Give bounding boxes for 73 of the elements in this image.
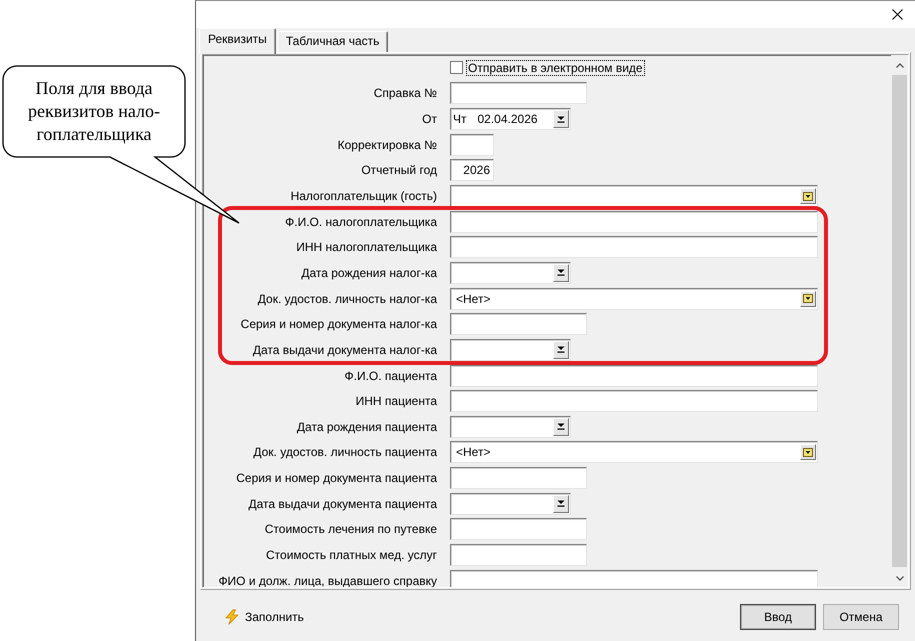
- input-field[interactable]: [450, 467, 587, 490]
- lookup-field[interactable]: [450, 185, 818, 208]
- input-field[interactable]: [450, 390, 818, 412]
- dropdown-icon: [803, 192, 813, 201]
- input-field[interactable]: [450, 82, 587, 104]
- close-icon[interactable]: [892, 9, 903, 20]
- field-label: Ф.И.О. налогоплательщика: [285, 214, 437, 229]
- input-field[interactable]: [450, 313, 587, 336]
- date-text: 02.04.2026: [478, 112, 538, 126]
- lookup-button[interactable]: [800, 188, 816, 204]
- caret-icon: [557, 346, 565, 354]
- date-field[interactable]: Чт 02.04.2026: [450, 108, 571, 130]
- date-field[interactable]: [450, 492, 571, 515]
- input-field[interactable]: [450, 518, 587, 540]
- checkbox-label[interactable]: Отправить в электронном виде: [467, 60, 644, 75]
- tab[interactable]: Реквизиты: [199, 28, 276, 54]
- field-label: От: [422, 112, 437, 126]
- dropdown-icon: [803, 448, 813, 457]
- checkbox[interactable]: [450, 61, 463, 74]
- field-label: Стоимость лечения по путевке: [264, 522, 437, 536]
- field-label: Серия и номер документа пациента: [236, 471, 437, 486]
- input-field[interactable]: [450, 364, 818, 386]
- dropdown-button[interactable]: [553, 264, 569, 282]
- tab[interactable]: Табличная часть: [276, 31, 388, 52]
- field-label: Док. удостов. личность пациента: [253, 445, 437, 460]
- dropdown-button[interactable]: [553, 340, 569, 359]
- dropdown-button[interactable]: [553, 418, 569, 436]
- cancel-button[interactable]: Отмена: [823, 604, 899, 630]
- lightning-icon: [224, 609, 240, 625]
- date-field[interactable]: [450, 262, 571, 284]
- dropdown-button[interactable]: [553, 110, 569, 128]
- chevron-up-icon[interactable]: [896, 63, 904, 68]
- field-value: <Нет>: [456, 292, 490, 306]
- input-field[interactable]: 2026: [450, 159, 494, 182]
- field-label: Ф.И.О. пациента: [344, 368, 437, 382]
- field-label: Дата выдачи документа пациента: [248, 496, 437, 511]
- field-label: Стоимость платных мед. услуг: [266, 548, 437, 562]
- input-field[interactable]: [450, 134, 494, 156]
- input-field[interactable]: [450, 210, 818, 233]
- chevron-down-icon[interactable]: [896, 576, 904, 581]
- fill-button[interactable]: Заполнить: [222, 607, 306, 627]
- input-field[interactable]: [450, 544, 587, 566]
- field-label: Дата рождения налог-ка: [301, 266, 437, 280]
- caret-icon: [557, 269, 565, 276]
- field-label: Налогоплательщик (гость): [290, 189, 437, 204]
- field-label: Отчетный год: [361, 163, 437, 178]
- dropdown-button[interactable]: [553, 494, 569, 513]
- field-label: Дата выдачи документа налог-ка: [252, 342, 437, 357]
- field-label: Справка №: [374, 86, 437, 100]
- caret-icon: [557, 423, 565, 430]
- scrollbar-thumb[interactable]: [892, 75, 907, 567]
- field-label: Корректировка №: [338, 138, 437, 152]
- field-value: <Нет>: [456, 445, 490, 460]
- input-field[interactable]: [450, 570, 818, 587]
- input-field[interactable]: [450, 236, 818, 258]
- field-label: Дата рождения пациента: [296, 420, 437, 434]
- lookup-button[interactable]: [800, 444, 816, 460]
- lookup-field[interactable]: <Нет>: [450, 288, 818, 310]
- lookup-button[interactable]: [800, 290, 816, 307]
- weekday-text: Чт: [453, 112, 466, 126]
- field-label: Док. удостов. личность налог-ка: [258, 292, 437, 306]
- field-label: Серия и номер документа налог-ка: [240, 317, 437, 332]
- field-label: ИНН пациента: [356, 394, 437, 408]
- field-label: ИНН налогоплательщика: [296, 240, 437, 254]
- enter-button[interactable]: Ввод: [740, 604, 816, 630]
- dropdown-icon: [803, 294, 813, 304]
- date-field[interactable]: [450, 338, 571, 361]
- caret-icon: [557, 116, 565, 123]
- lookup-field[interactable]: <Нет>: [450, 441, 818, 464]
- caret-icon: [557, 500, 565, 508]
- callout-text: Поля для ввода реквизитов нало- гоплательщика: [28, 77, 160, 146]
- field-label: ФИО и долж. лица, выдавшего справку: [218, 574, 437, 587]
- date-field[interactable]: [450, 416, 571, 438]
